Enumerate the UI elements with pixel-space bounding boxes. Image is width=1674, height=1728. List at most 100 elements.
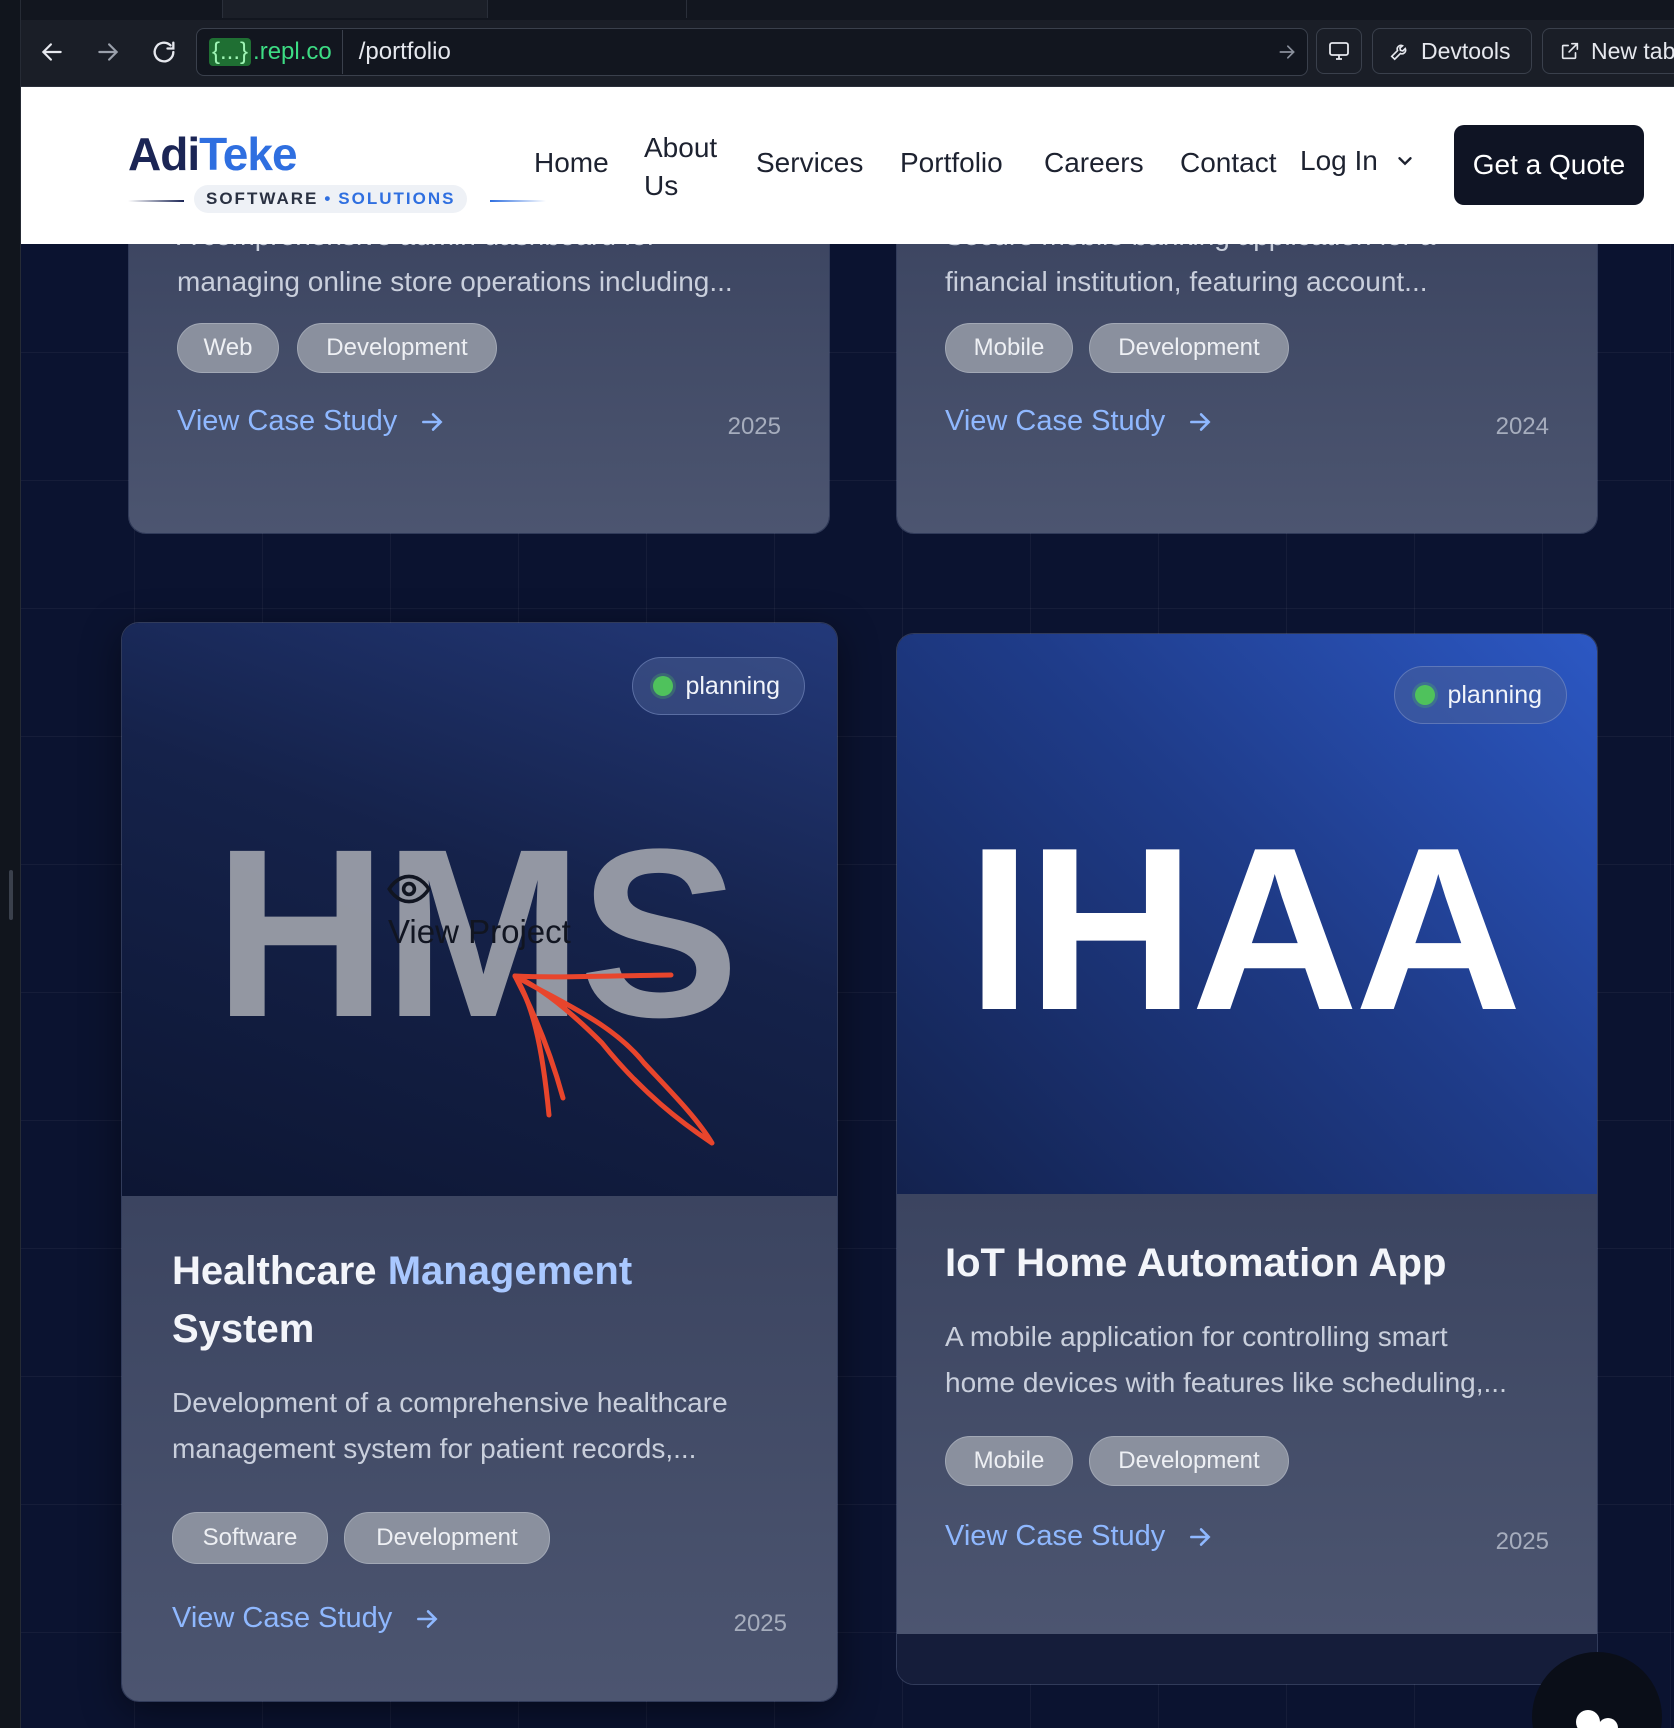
left-panel-rail — [0, 0, 21, 1728]
view-case-study-link[interactable]: View Case Study — [177, 405, 445, 438]
card-description: A comprehensive admin dashboard for mana… — [177, 244, 797, 305]
description-line: Development of a comprehensive healthcar… — [172, 1387, 728, 1418]
tag-chip[interactable]: Development — [1089, 323, 1289, 373]
browser-toolbar: {...} .repl.co /portfolio Devtools New t… — [0, 20, 1674, 87]
browser-tab[interactable] — [222, 0, 488, 18]
nav-about[interactable]: About Us — [644, 129, 717, 205]
description-line: financial institution, featuring account… — [945, 266, 1428, 297]
link-label: View Case Study — [945, 405, 1166, 437]
view-case-study-link[interactable]: View Case Study — [172, 1602, 440, 1635]
card-description: A mobile application for controlling sma… — [945, 1314, 1585, 1406]
arrow-right-icon — [1279, 45, 1295, 59]
tagline-pill: SOFTWARE • SOLUTIONS — [194, 185, 468, 213]
url-path[interactable]: /portfolio — [343, 38, 1267, 66]
chat-icon — [1576, 1710, 1618, 1728]
project-year: 2024 — [1495, 413, 1549, 440]
nav-services[interactable]: Services — [756, 147, 863, 179]
chevron-down-icon — [1398, 157, 1412, 166]
arrow-right-icon — [1190, 1527, 1211, 1546]
tag-chip[interactable]: Mobile — [945, 323, 1073, 373]
go-button[interactable] — [1267, 42, 1307, 62]
site-logo[interactable]: AdiTeke SOFTWARE • SOLUTIONS — [128, 127, 546, 213]
arrow-left-icon — [41, 43, 62, 61]
description-line: A mobile application for controlling sma… — [945, 1321, 1448, 1352]
project-year: 2025 — [1495, 1528, 1549, 1555]
reload-button[interactable] — [144, 32, 184, 72]
site-header: AdiTeke SOFTWARE • SOLUTIONS Home About … — [20, 87, 1674, 244]
project-title: IoT Home Automation App — [945, 1241, 1447, 1285]
card-body: Healthcare Management System Development… — [122, 1196, 837, 1701]
project-card-hovered[interactable]: HMS planning View Project Healthcare Man… — [121, 622, 838, 1702]
arrow-right-icon — [1190, 412, 1211, 431]
project-year: 2025 — [727, 413, 781, 440]
tagline-word: SOLUTIONS — [338, 189, 456, 208]
description-line: Secure mobile banking application for a — [945, 244, 1565, 259]
monitor-icon — [1329, 42, 1349, 60]
description-line: management system for patient records,..… — [172, 1433, 697, 1464]
reload-icon — [153, 41, 175, 63]
wrench-icon — [1390, 44, 1407, 61]
arrow-right-icon — [98, 43, 119, 61]
project-image[interactable]: IHAA planning — [897, 634, 1597, 1194]
card-body: A comprehensive admin dashboard for mana… — [129, 244, 829, 533]
forward-button[interactable] — [88, 32, 128, 72]
nav-about-line: Us — [644, 170, 679, 201]
nav-contact[interactable]: Contact — [1180, 147, 1277, 179]
new-tab-label: New tab — [1591, 37, 1674, 64]
title-part: System — [172, 1307, 315, 1351]
status-label: planning — [1447, 680, 1542, 709]
card-footer-strip — [897, 1634, 1597, 1684]
tagline-line — [128, 200, 184, 202]
tag-chip[interactable]: Software — [172, 1512, 328, 1564]
title-accent: Management — [387, 1249, 633, 1293]
address-bar[interactable]: {...} .repl.co /portfolio — [196, 28, 1308, 76]
card-body: Secure mobile banking application for a … — [897, 244, 1597, 533]
devtools-button[interactable]: Devtools — [1372, 28, 1532, 74]
tag-chip[interactable]: Development — [344, 1512, 550, 1564]
nav-home[interactable]: Home — [534, 147, 609, 179]
portfolio-grid: A comprehensive admin dashboard for mana… — [20, 244, 1674, 1728]
tag-chip[interactable]: Development — [297, 323, 497, 373]
logo-wordmark: AdiTeke — [128, 127, 298, 181]
get-a-quote-button[interactable]: Get a Quote — [1454, 125, 1644, 205]
login-dropdown[interactable]: Log In — [1300, 145, 1416, 177]
tag-chip[interactable]: Web — [177, 323, 279, 373]
new-tab-button[interactable]: New tab — [1542, 28, 1674, 74]
description-line: home devices with features like scheduli… — [945, 1367, 1507, 1398]
tagline-word: SOFTWARE — [206, 189, 319, 208]
project-card[interactable]: Secure mobile banking application for a … — [896, 244, 1598, 534]
url-host-brace: {...} — [209, 38, 252, 66]
project-title: Healthcare Management System — [172, 1242, 792, 1358]
logo-tagline: SOFTWARE • SOLUTIONS — [128, 185, 548, 215]
panel-resize-handle[interactable] — [9, 870, 13, 920]
tagline-line — [490, 200, 546, 202]
card-description: Secure mobile banking application for a … — [945, 244, 1565, 305]
back-button[interactable] — [32, 32, 72, 72]
nav-careers[interactable]: Careers — [1044, 147, 1144, 179]
card-description: Development of a comprehensive healthcar… — [172, 1380, 812, 1472]
devtools-label: Devtools — [1421, 37, 1511, 64]
device-preview-button[interactable] — [1316, 28, 1362, 74]
tag-chip[interactable]: Mobile — [945, 1436, 1073, 1486]
login-label: Log In — [1300, 145, 1378, 176]
status-dot — [1415, 685, 1436, 705]
tab-divider — [686, 0, 687, 18]
title-part: Healthcare — [172, 1249, 377, 1293]
logo-part: Teke — [199, 128, 297, 180]
project-card[interactable]: A comprehensive admin dashboard for mana… — [128, 244, 830, 534]
project-card[interactable]: IHAA planning IoT Home Automation App A … — [896, 633, 1598, 1685]
description-line: managing online store operations includi… — [177, 266, 733, 297]
view-case-study-link[interactable]: View Case Study — [945, 1520, 1213, 1553]
tag-chip[interactable]: Development — [1089, 1436, 1289, 1486]
view-case-study-link[interactable]: View Case Study — [945, 405, 1213, 438]
project-year: 2025 — [733, 1610, 787, 1637]
tagline-dot: • — [324, 189, 333, 208]
nav-portfolio[interactable]: Portfolio — [900, 147, 1003, 179]
browser-tabstrip — [0, 0, 1674, 20]
annotation-arrow-icon — [512, 972, 715, 1146]
card-body: IoT Home Automation App A mobile applica… — [897, 1194, 1597, 1634]
nav-about-line: About — [644, 132, 718, 163]
project-image[interactable]: HMS planning View Project — [122, 623, 837, 1196]
arrow-right-icon — [417, 1609, 438, 1628]
external-link-icon — [1561, 42, 1579, 60]
